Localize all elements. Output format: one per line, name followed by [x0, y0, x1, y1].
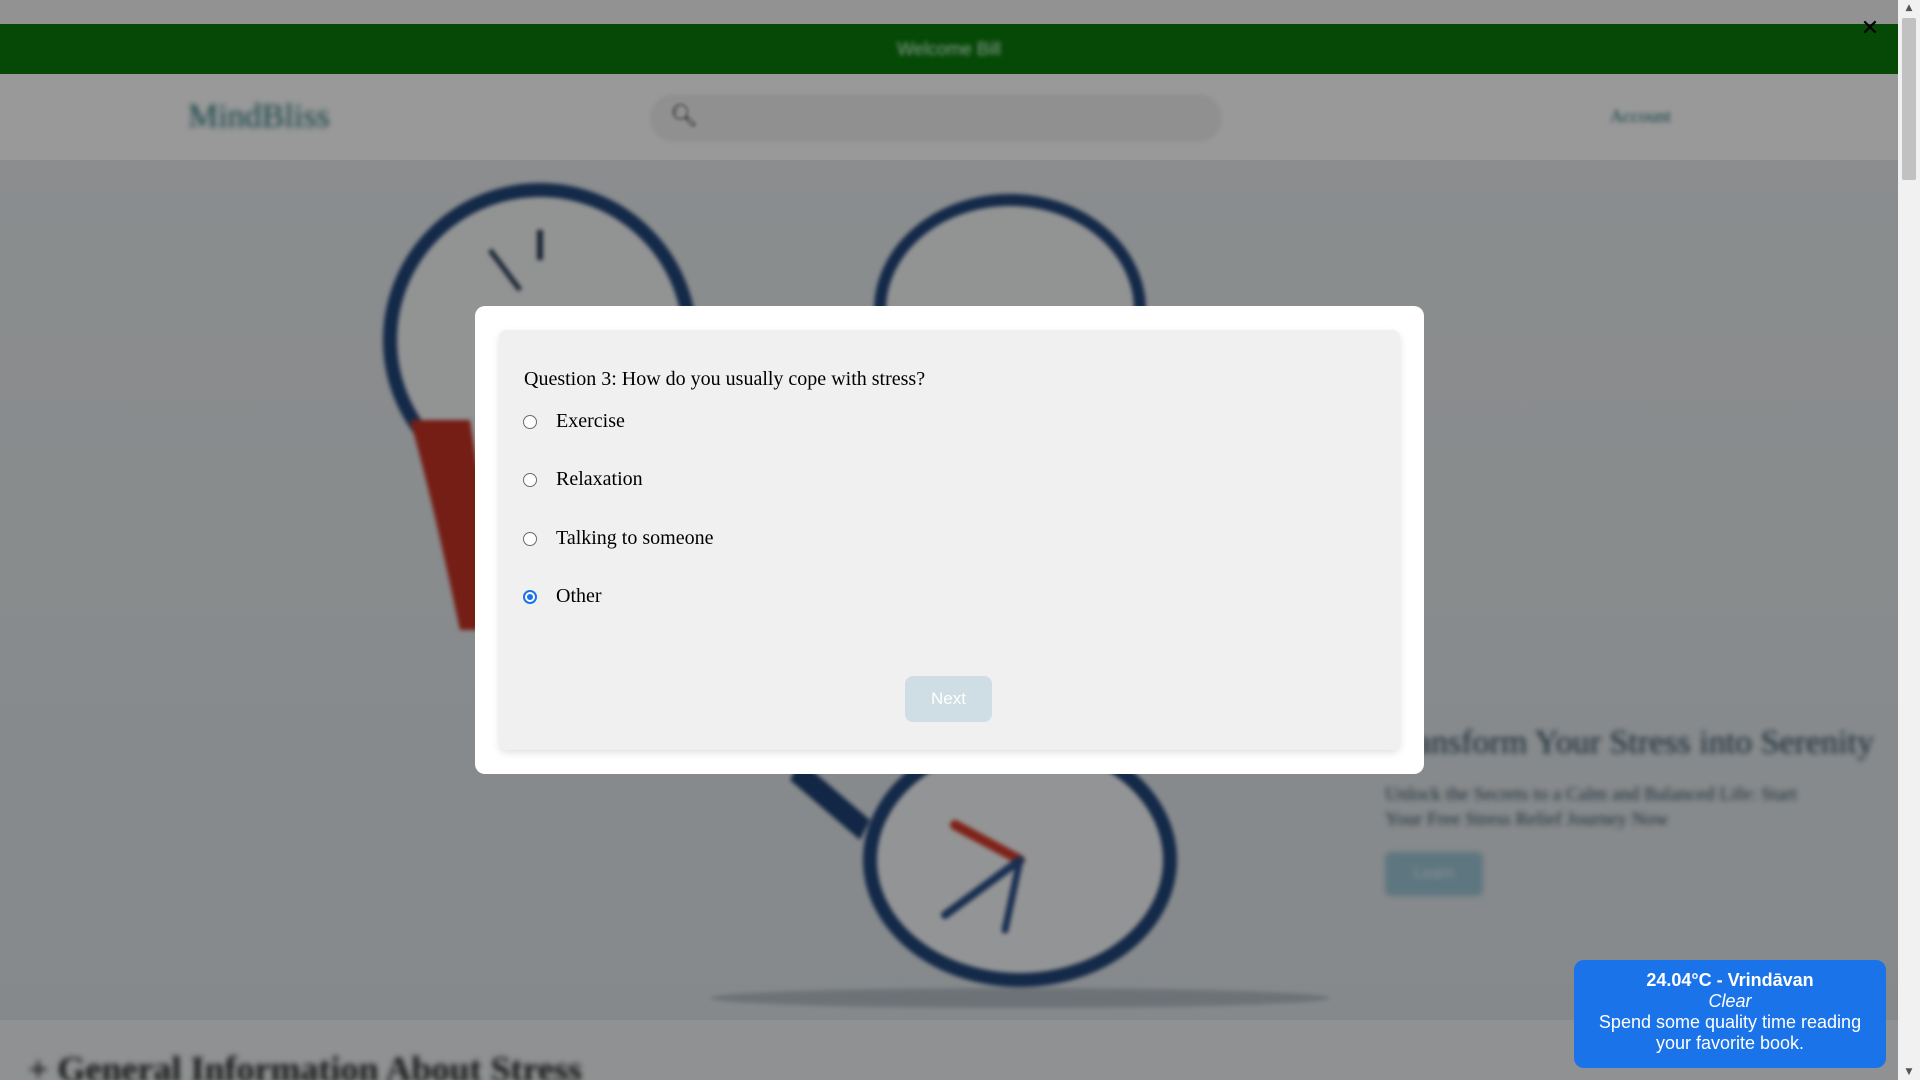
- option-label: Relaxation: [556, 468, 643, 490]
- weather-condition: Clear: [1708, 991, 1752, 1011]
- radio-talking-to-someone[interactable]: [523, 531, 537, 546]
- option-other[interactable]: Other: [523, 585, 602, 608]
- scroll-up-arrow-icon[interactable]: ▲: [1898, 0, 1920, 16]
- weather-temperature: 24.04°C - Vrindāvan: [1646, 970, 1814, 990]
- close-icon[interactable]: ✕: [1858, 16, 1882, 41]
- weather-tip: Spend some quality time reading your fav…: [1598, 1012, 1862, 1053]
- option-relaxation[interactable]: Relaxation: [523, 468, 643, 491]
- quiz-modal: Question 3: How do you usually cope with…: [475, 306, 1424, 774]
- question-card: Question 3: How do you usually cope with…: [499, 330, 1400, 750]
- radio-relaxation[interactable]: [523, 472, 537, 487]
- option-exercise[interactable]: Exercise: [523, 410, 625, 433]
- radio-other[interactable]: [523, 589, 537, 604]
- radio-exercise[interactable]: [523, 414, 537, 429]
- option-label: Exercise: [556, 410, 625, 432]
- scroll-down-arrow-icon[interactable]: ▼: [1898, 1064, 1920, 1080]
- option-label: Other: [556, 585, 602, 607]
- scrollbar-thumb[interactable]: [1902, 18, 1916, 180]
- option-talking-to-someone[interactable]: Talking to someone: [523, 527, 713, 550]
- question-text: Question 3: How do you usually cope with…: [524, 368, 926, 390]
- page-scrollbar[interactable]: ▲ ▼: [1898, 0, 1920, 1080]
- next-button[interactable]: Next: [905, 676, 992, 722]
- option-label: Talking to someone: [556, 527, 714, 549]
- weather-toast: 24.04°C - Vrindāvan Clear Spend some qua…: [1574, 960, 1886, 1068]
